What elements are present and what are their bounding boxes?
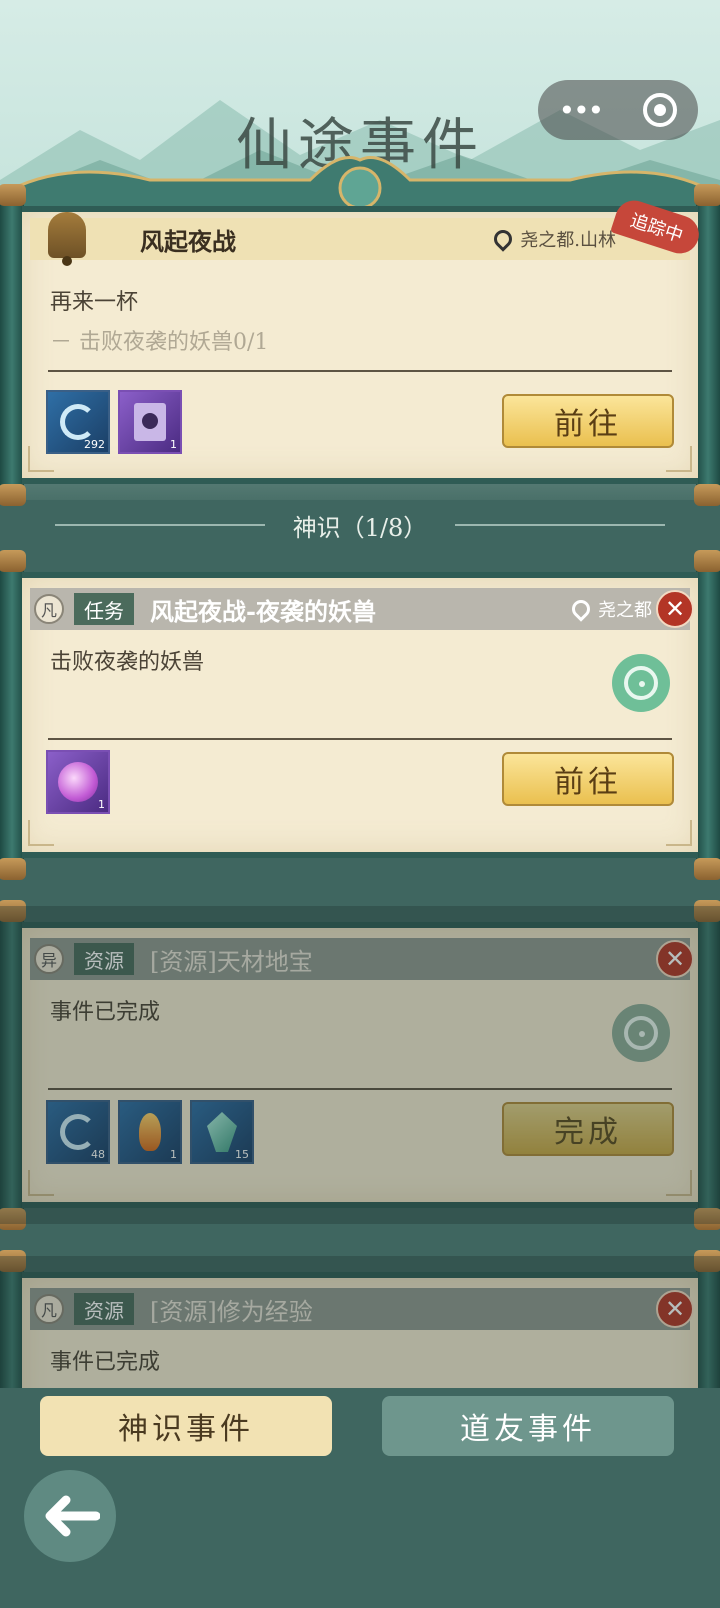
tracked-event-step: 再来一杯	[50, 290, 139, 315]
purple-book-icon	[134, 403, 166, 441]
corner-ornament	[28, 820, 54, 846]
event-title: [资源]修为经验	[150, 1297, 313, 1326]
reward-count: 1	[170, 438, 177, 451]
event-location: 尧之都	[568, 588, 652, 630]
tracked-event-banner: 风起夜战 尧之都.山林 追踪中	[30, 195, 704, 266]
rank-badge: 凡	[34, 1294, 64, 1324]
divider	[48, 1088, 672, 1090]
event-banner: 异 资源 [资源]天材地宝 ✕	[30, 938, 694, 980]
location-label: 尧之都.山林	[520, 230, 616, 251]
back-button[interactable]	[24, 1470, 116, 1562]
event-card: 凡 任务 风起夜战-夜袭的妖兽 尧之都 ✕ 击败夜袭的妖兽 1 前往	[0, 550, 720, 880]
tracked-event-card: 风起夜战 尧之都.山林 追踪中 再来一杯 － 击败夜袭的妖兽0/1 292 1 …	[0, 184, 720, 506]
locate-button[interactable]	[612, 1004, 670, 1062]
rank-badge: 异	[34, 944, 64, 974]
corner-ornament	[28, 446, 54, 472]
wind-swirl-icon	[60, 1114, 96, 1150]
scroll-roller-left	[0, 550, 26, 880]
event-banner: 凡 任务 风起夜战-夜袭的妖兽 尧之都 ✕	[30, 588, 694, 630]
event-type-tag: 资源	[74, 1293, 134, 1325]
close-icon[interactable]: ✕	[656, 590, 694, 628]
event-description: 击败夜袭的妖兽	[50, 650, 205, 675]
scroll-paper: 凡 任务 风起夜战-夜袭的妖兽 尧之都 ✕ 击败夜袭的妖兽 1 前往	[22, 572, 698, 858]
reward-count: 48	[91, 1148, 105, 1161]
event-banner: 凡 资源 [资源]修为经验 ✕	[30, 1288, 694, 1330]
reward-item[interactable]: 1	[118, 390, 182, 454]
reward-item[interactable]: 292	[46, 390, 110, 454]
scroll-roller-left	[0, 900, 26, 1230]
reward-count: 15	[235, 1148, 249, 1161]
scroll-roller-right	[694, 900, 720, 1230]
reward-item[interactable]: 15	[190, 1100, 254, 1164]
tab-friend-events[interactable]: 道友事件	[382, 1396, 674, 1456]
reward-count: 1	[170, 1148, 177, 1161]
close-icon[interactable]: ✕	[656, 1290, 694, 1328]
divider	[48, 738, 672, 740]
reward-count: 292	[84, 438, 105, 451]
reward-count: 1	[98, 798, 105, 811]
corner-ornament	[28, 1170, 54, 1196]
flame-icon	[139, 1113, 161, 1151]
reward-item[interactable]: 1	[118, 1100, 182, 1164]
event-title: 风起夜战-夜袭的妖兽	[150, 596, 376, 626]
scroll-paper: 异 资源 [资源]天材地宝 ✕ 事件已完成 48 1 15 完成	[22, 922, 698, 1208]
reward-item[interactable]: 1	[46, 750, 110, 814]
close-mini-program-icon[interactable]	[643, 93, 678, 127]
location-pin-icon	[568, 596, 594, 622]
separator-line	[455, 524, 666, 526]
tracked-event-location: 尧之都.山林	[490, 218, 616, 260]
corner-ornament	[666, 446, 692, 472]
location-pin-icon	[490, 226, 516, 252]
event-card: 异 资源 [资源]天材地宝 ✕ 事件已完成 48 1 15 完成	[0, 900, 720, 1230]
event-description: 事件已完成	[50, 1000, 161, 1025]
corner-ornament	[666, 1170, 692, 1196]
purple-orb-icon	[58, 762, 98, 802]
tracked-event-title: 风起夜战	[140, 226, 236, 256]
scroll-roller-right	[694, 550, 720, 880]
more-icon[interactable]: •••	[559, 94, 605, 127]
go-button[interactable]: 前往	[502, 752, 674, 806]
go-button[interactable]: 前往	[502, 394, 674, 448]
event-title: [资源]天材地宝	[150, 947, 313, 976]
tab-spirit-events[interactable]: 神识事件	[40, 1396, 332, 1456]
event-type-tag: 资源	[74, 943, 134, 975]
event-type-tag: 任务	[74, 593, 134, 625]
crosshair-icon	[624, 1016, 658, 1050]
divider	[48, 370, 672, 372]
rank-badge: 凡	[34, 594, 64, 624]
crystal-icon	[207, 1112, 237, 1152]
scroll-roller-left	[0, 184, 26, 506]
arrow-left-icon	[45, 1495, 100, 1537]
bell-icon	[48, 212, 86, 266]
event-description: 事件已完成	[50, 1350, 161, 1375]
locate-button[interactable]	[612, 654, 670, 712]
reward-item[interactable]: 48	[46, 1100, 110, 1164]
reward-list: 1	[46, 750, 110, 814]
location-label: 尧之都	[598, 600, 652, 621]
tracked-event-subtask: － 击败夜袭的妖兽0/1	[50, 330, 269, 355]
tracking-badge: 追踪中	[610, 195, 704, 259]
separator-line	[54, 524, 265, 526]
corner-ornament	[666, 820, 692, 846]
section-label: 神识（1/8）	[292, 513, 428, 542]
wind-swirl-icon	[60, 404, 96, 440]
scroll-roller-right	[694, 184, 720, 506]
section-separator: 神识（1/8）	[0, 500, 720, 550]
reward-list: 48 1 15	[46, 1100, 254, 1164]
complete-button[interactable]: 完成	[502, 1102, 674, 1156]
bottom-panel: 神识事件 道友事件	[0, 1388, 720, 1608]
close-icon[interactable]: ✕	[656, 940, 694, 978]
scroll-paper: 风起夜战 尧之都.山林 追踪中 再来一杯 － 击败夜袭的妖兽0/1 292 1 …	[22, 195, 704, 484]
crosshair-icon	[624, 666, 658, 700]
mini-program-capsule[interactable]: •••	[538, 80, 698, 140]
reward-list: 292 1	[46, 390, 182, 454]
